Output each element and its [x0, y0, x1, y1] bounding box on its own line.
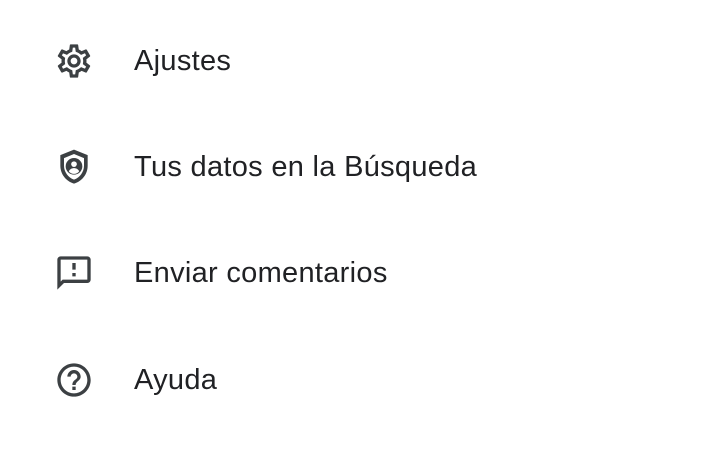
menu-item-label: Enviar comentarios: [134, 256, 388, 289]
help-circle-icon: [54, 360, 94, 400]
overflow-menu: Ajustes Tus datos en la Búsqueda Enviar …: [0, 0, 720, 452]
shield-person-icon: [54, 147, 94, 187]
menu-item-help[interactable]: Ayuda: [0, 332, 720, 428]
menu-item-label: Tus datos en la Búsqueda: [134, 150, 478, 183]
menu-item-your-data[interactable]: Tus datos en la Búsqueda: [0, 119, 720, 215]
menu-item-send-feedback[interactable]: Enviar comentarios: [0, 225, 720, 321]
menu-item-settings[interactable]: Ajustes: [0, 13, 720, 109]
gear-icon: [54, 41, 94, 81]
menu-item-label: Ayuda: [134, 363, 218, 396]
menu-item-label: Ajustes: [134, 44, 232, 77]
feedback-icon: [54, 253, 94, 293]
